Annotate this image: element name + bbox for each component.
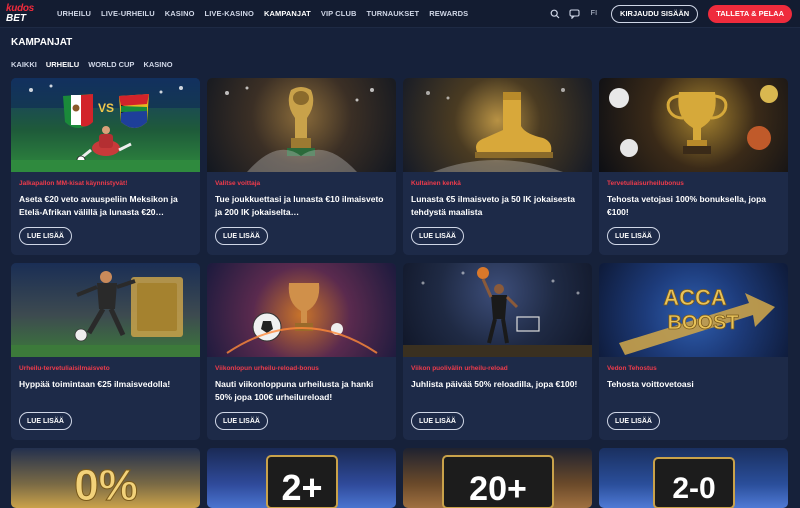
promo-tag: Tervetuliaisurheilubonus <box>607 180 684 187</box>
nav-item-rewards[interactable]: REWARDS <box>424 9 473 18</box>
promo-image-weekend-reload <box>207 263 396 357</box>
promo-card[interactable]: ACCA BOOST Vedon Tehostus Tehosta voitto… <box>599 263 788 440</box>
logo-top-text: kudos <box>6 2 34 14</box>
brand-logo[interactable]: kudos BET <box>6 2 46 26</box>
promo-image-acca-boost: ACCA BOOST <box>599 263 788 357</box>
filter-kasino[interactable]: KASINO <box>143 60 172 69</box>
promo-image-golden-boot <box>403 78 592 172</box>
read-more-button[interactable]: LUE LISÄÄ <box>607 227 660 245</box>
read-more-button[interactable]: LUE LISÄÄ <box>411 412 464 430</box>
promo-image-trophy <box>207 78 396 172</box>
zero-percent-text: 0% <box>74 461 138 508</box>
promo-image-two-plus: 2+ <box>207 448 396 508</box>
top-bar: kudos BET URHEILU LIVE-URHEILU KASINO LI… <box>0 0 800 28</box>
two-nil-text: 2-0 <box>672 472 715 505</box>
read-more-button[interactable]: LUE LISÄÄ <box>19 412 72 430</box>
promo-title: Aseta €20 veto avauspeliin Meksikon ja E… <box>19 194 178 217</box>
promo-title: Juhlista päivää 50% reloadilla, jopa €10… <box>411 379 578 389</box>
promo-title: Lunasta €5 ilmaisveto ja 50 IK jokaisest… <box>411 194 575 217</box>
read-more-button[interactable]: LUE LISÄÄ <box>215 227 268 245</box>
promo-image-sports-trophy <box>599 78 788 172</box>
promo-image-world-cup-opener: VS <box>11 78 200 172</box>
promo-card[interactable]: 20+ <box>403 448 592 508</box>
filter-urheilu[interactable]: URHEILU <box>46 60 79 69</box>
promo-image-two-nil: 2-0 <box>599 448 788 508</box>
promo-card[interactable]: Viikonlopun urheilu-reload-bonus Nauti v… <box>207 263 396 440</box>
promo-card[interactable]: 0% <box>11 448 200 508</box>
language-selector[interactable]: FI <box>591 10 597 17</box>
promo-card[interactable]: Tervetuliaisurheilubonus Tehosta vetojas… <box>599 78 788 255</box>
promo-card[interactable]: Kultainen kenkä Lunasta €5 ilmaisveto ja… <box>403 78 592 255</box>
nav-item-kampanjat[interactable]: KAMPANJAT <box>259 9 316 18</box>
vs-text: VS <box>98 101 114 115</box>
filter-world-cup[interactable]: WORLD CUP <box>88 60 134 69</box>
nav-item-kasino[interactable]: KASINO <box>160 9 200 18</box>
promo-card[interactable]: 2+ <box>207 448 396 508</box>
header-actions: FI KIRJAUDU SISÄÄN TALLETA & PELAA <box>549 4 792 23</box>
promo-image-basketball <box>403 263 592 357</box>
nav-item-live-urheilu[interactable]: LIVE-URHEILU <box>96 9 160 18</box>
search-icon[interactable] <box>549 8 561 20</box>
promo-tag: Viikonlopun urheilu-reload-bonus <box>215 365 319 372</box>
promo-tag: Vedon Tehostus <box>607 365 657 372</box>
promo-card[interactable]: Valitse voittaja Tue joukkuettasi ja lun… <box>207 78 396 255</box>
promo-title: Nauti viikonloppuna urheilusta ja hanki … <box>215 379 374 402</box>
promo-image-zero-percent: 0% <box>11 448 200 508</box>
logo-bottom-text: BET <box>6 12 26 24</box>
promo-title: Tue joukkuettasi ja lunasta €10 ilmaisve… <box>215 194 384 217</box>
promo-tag: Kultainen kenkä <box>411 180 461 187</box>
twenty-plus-text: 20+ <box>469 470 527 508</box>
promo-tag: Viikon puolivälin urheilu-reload <box>411 365 508 372</box>
promo-card[interactable]: VS Jalkapallon MM-kisat käynnistyvät! As… <box>11 78 200 255</box>
promotions-grid: VS Jalkapallon MM-kisat käynnistyvät! As… <box>11 78 789 508</box>
promo-title: Tehosta voittovetoasi <box>607 379 694 389</box>
nav-item-live-kasino[interactable]: LIVE-KASINO <box>200 9 259 18</box>
login-button[interactable]: KIRJAUDU SISÄÄN <box>611 4 699 23</box>
nav-item-vip-club[interactable]: VIP CLUB <box>316 9 362 18</box>
promo-image-football-player <box>11 263 200 357</box>
promo-image-twenty-plus: 20+ <box>403 448 592 508</box>
promo-title: Hyppää toimintaan €25 ilmaisvedolla! <box>19 379 171 389</box>
read-more-button[interactable]: LUE LISÄÄ <box>19 227 72 245</box>
filter-kaikki[interactable]: KAIKKI <box>11 60 37 69</box>
category-filters: KAIKKI URHEILU WORLD CUP KASINO <box>11 60 173 69</box>
promo-card[interactable]: 2-0 <box>599 448 788 508</box>
chat-icon[interactable] <box>569 8 581 20</box>
boost-text: BOOST <box>667 312 738 334</box>
promo-tag: Urheilu-tervetuliaisilmaisveto <box>19 365 110 372</box>
read-more-button[interactable]: LUE LISÄÄ <box>607 412 660 430</box>
main-nav: URHEILU LIVE-URHEILU KASINO LIVE-KASINO … <box>52 9 473 18</box>
promo-tag: Valitse voittaja <box>215 180 261 187</box>
nav-item-urheilu[interactable]: URHEILU <box>52 9 96 18</box>
promo-title: Tehosta vetojasi 100% bonuksella, jopa €… <box>607 194 767 217</box>
page-title: KAMPANJAT <box>11 37 73 48</box>
deposit-button[interactable]: TALLETA & PELAA <box>708 4 792 23</box>
promo-card[interactable]: Urheilu-tervetuliaisilmaisveto Hyppää to… <box>11 263 200 440</box>
nav-item-turnaukset[interactable]: TURNAUKSET <box>362 9 425 18</box>
promo-tag: Jalkapallon MM-kisat käynnistyvät! <box>19 180 128 187</box>
promo-card[interactable]: Viikon puolivälin urheilu-reload Juhlist… <box>403 263 592 440</box>
read-more-button[interactable]: LUE LISÄÄ <box>215 412 268 430</box>
two-plus-text: 2+ <box>281 467 322 508</box>
acca-text: ACCA <box>663 285 727 310</box>
read-more-button[interactable]: LUE LISÄÄ <box>411 227 464 245</box>
